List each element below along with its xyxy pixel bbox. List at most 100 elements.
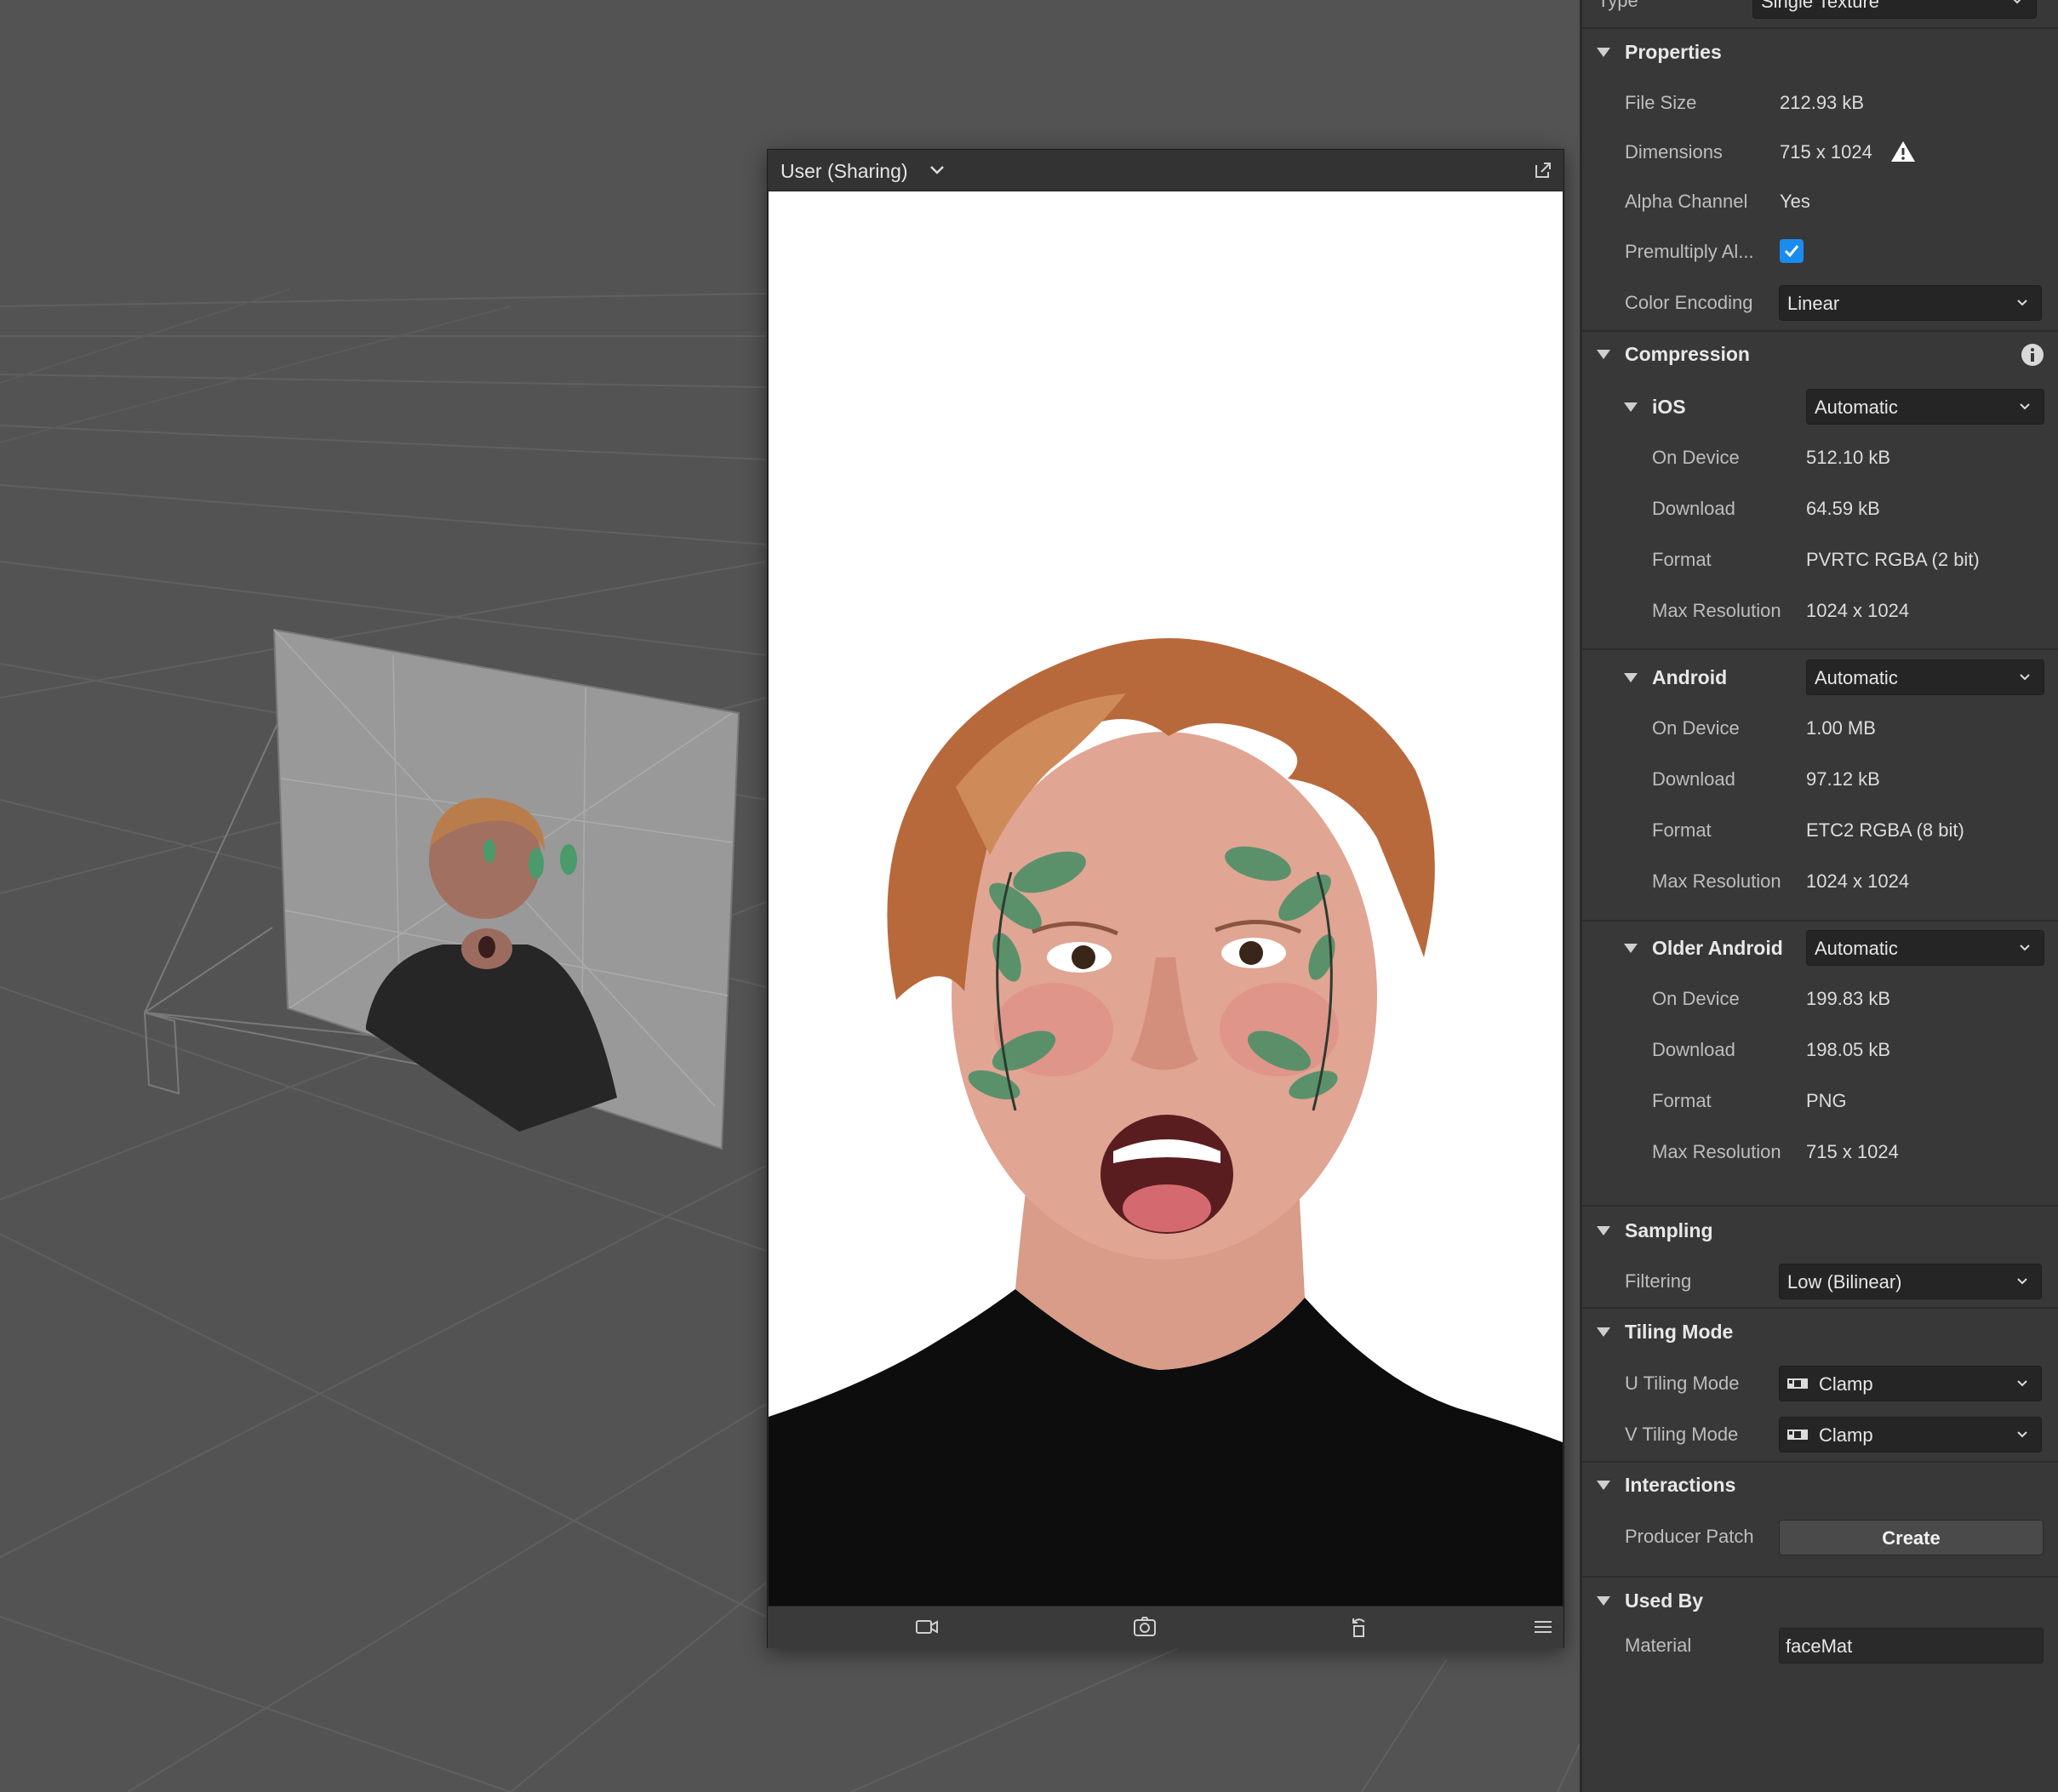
- older-android-on-device-value: 199.83 kB: [1806, 988, 1891, 1009]
- sampling-section-title[interactable]: Sampling: [1625, 1219, 1713, 1242]
- divider: [1582, 920, 2058, 922]
- ios-max-resolution-label: Max Resolution: [1652, 600, 1781, 621]
- file-size-value: 212.93 kB: [1780, 92, 1865, 113]
- checkmark-icon: [1784, 245, 1799, 258]
- older-android-format-value: PNG: [1806, 1090, 1847, 1111]
- compression-section-title[interactable]: Compression: [1625, 343, 1750, 366]
- android-download-value: 97.12 kB: [1806, 768, 1880, 790]
- menu-icon[interactable]: [1530, 1615, 1556, 1639]
- older-android-on-device-label: On Device: [1652, 988, 1740, 1009]
- v-tiling-mode-select[interactable]: Clamp: [1779, 1417, 2042, 1452]
- android-download-label: Download: [1652, 768, 1735, 790]
- info-icon[interactable]: [2020, 342, 2045, 368]
- color-encoding-label: Color Encoding: [1625, 292, 1753, 313]
- divider: [1582, 27, 2058, 29]
- premultiply-alpha-checkbox[interactable]: [1780, 239, 1804, 263]
- divider: [1582, 330, 2058, 332]
- rotate-icon[interactable]: [1346, 1615, 1372, 1639]
- ios-download-label: Download: [1652, 498, 1735, 519]
- create-producer-patch-button[interactable]: Create: [1779, 1520, 2044, 1555]
- ios-compression-select[interactable]: Automatic: [1806, 389, 2044, 425]
- type-select[interactable]: Single Texture: [1752, 0, 2037, 19]
- ios-on-device-label: On Device: [1652, 447, 1740, 468]
- used-by-section-title[interactable]: Used By: [1625, 1589, 1703, 1612]
- device-selector-label[interactable]: User (Sharing): [780, 160, 908, 183]
- collapse-triangle-icon[interactable]: [1597, 1226, 1610, 1236]
- chevron-down-icon: [2020, 674, 2030, 681]
- chevron-down-icon[interactable]: [926, 158, 948, 182]
- android-format-value: ETC2 RGBA (8 bit): [1806, 819, 1964, 841]
- u-tiling-mode-value: Clamp: [1819, 1373, 1873, 1395]
- v-tiling-mode-label: V Tiling Mode: [1625, 1424, 1739, 1445]
- collapse-triangle-icon[interactable]: [1597, 1481, 1610, 1490]
- simulator-header: User (Sharing): [768, 150, 1564, 191]
- android-on-device-value: 1.00 MB: [1806, 717, 1876, 739]
- divider: [1582, 648, 2058, 650]
- dimensions-label: Dimensions: [1625, 141, 1723, 163]
- older-android-download-label: Download: [1652, 1039, 1735, 1060]
- ios-section-title[interactable]: iOS: [1652, 396, 1686, 419]
- ios-format-label: Format: [1652, 549, 1712, 570]
- simulator-preview[interactable]: [769, 191, 1563, 1606]
- producer-patch-label: Producer Patch: [1625, 1526, 1754, 1547]
- android-compression-value: Automatic: [1815, 667, 1898, 688]
- chevron-down-icon: [2020, 403, 2030, 410]
- inspector-panel: Type Single Texture Properties File Size…: [1580, 0, 2058, 1792]
- alpha-channel-value: Yes: [1780, 191, 1810, 212]
- popout-icon[interactable]: [1533, 160, 1553, 180]
- filtering-value: Low (Bilinear): [1787, 1271, 1902, 1293]
- ios-download-value: 64.59 kB: [1806, 498, 1880, 519]
- divider: [1582, 1576, 2058, 1578]
- ios-compression-value: Automatic: [1815, 397, 1898, 418]
- video-camera-icon[interactable]: [914, 1615, 940, 1639]
- material-field[interactable]: faceMat: [1779, 1628, 2044, 1664]
- camera-feed-image: [769, 638, 1563, 1606]
- chevron-down-icon: [2013, 0, 2021, 4]
- u-tiling-mode-label: U Tiling Mode: [1625, 1373, 1740, 1394]
- divider: [1582, 1461, 2058, 1463]
- filtering-select[interactable]: Low (Bilinear): [1779, 1264, 2042, 1299]
- material-label: Material: [1625, 1635, 1692, 1656]
- collapse-triangle-icon[interactable]: [1597, 350, 1610, 359]
- collapse-triangle-icon[interactable]: [1597, 1596, 1610, 1606]
- warning-icon[interactable]: [1890, 140, 1916, 163]
- interactions-section-title[interactable]: Interactions: [1625, 1474, 1735, 1497]
- older-android-compression-value: Automatic: [1815, 938, 1898, 959]
- file-size-label: File Size: [1625, 92, 1697, 113]
- collapse-triangle-icon[interactable]: [1624, 673, 1638, 682]
- create-button-label: Create: [1882, 1527, 1941, 1549]
- clamp-icon: [1787, 1430, 1808, 1440]
- u-tiling-mode-select[interactable]: Clamp: [1779, 1366, 2042, 1401]
- chevron-down-icon: [2017, 300, 2027, 306]
- android-on-device-label: On Device: [1652, 717, 1740, 739]
- flip-camera-icon[interactable]: [1132, 1615, 1158, 1639]
- android-max-resolution-value: 1024 x 1024: [1806, 870, 1910, 892]
- material-value: faceMat: [1786, 1635, 1853, 1657]
- chevron-down-icon: [2020, 945, 2030, 951]
- collapse-triangle-icon[interactable]: [1597, 48, 1610, 57]
- tiling-mode-section-title[interactable]: Tiling Mode: [1625, 1321, 1733, 1344]
- color-encoding-select[interactable]: Linear: [1779, 285, 2042, 321]
- simulator-toolbar: [768, 1606, 1564, 1648]
- android-section-title[interactable]: Android: [1652, 666, 1727, 689]
- properties-section-title[interactable]: Properties: [1625, 41, 1722, 64]
- collapse-triangle-icon[interactable]: [1624, 402, 1638, 412]
- type-value: Single Texture: [1761, 0, 1880, 12]
- android-max-resolution-label: Max Resolution: [1652, 870, 1781, 892]
- type-label: Type: [1598, 0, 1638, 11]
- ios-max-resolution-value: 1024 x 1024: [1806, 600, 1910, 621]
- older-android-section-title[interactable]: Older Android: [1652, 937, 1783, 960]
- ios-format-value: PVRTC RGBA (2 bit): [1806, 549, 1980, 570]
- android-compression-select[interactable]: Automatic: [1806, 659, 2044, 695]
- filtering-label: Filtering: [1625, 1270, 1692, 1292]
- simulator-window: User (Sharing): [767, 149, 1564, 1648]
- divider: [1582, 1205, 2058, 1207]
- older-android-max-resolution-label: Max Resolution: [1652, 1141, 1781, 1162]
- v-tiling-mode-value: Clamp: [1819, 1424, 1873, 1446]
- older-android-format-label: Format: [1652, 1090, 1712, 1111]
- collapse-triangle-icon[interactable]: [1624, 944, 1638, 953]
- collapse-triangle-icon[interactable]: [1597, 1327, 1610, 1337]
- scene-viewport[interactable]: User (Sharing): [0, 0, 1580, 1792]
- older-android-compression-select[interactable]: Automatic: [1806, 930, 2044, 966]
- premultiply-alpha-label: Premultiply Al...: [1625, 241, 1754, 262]
